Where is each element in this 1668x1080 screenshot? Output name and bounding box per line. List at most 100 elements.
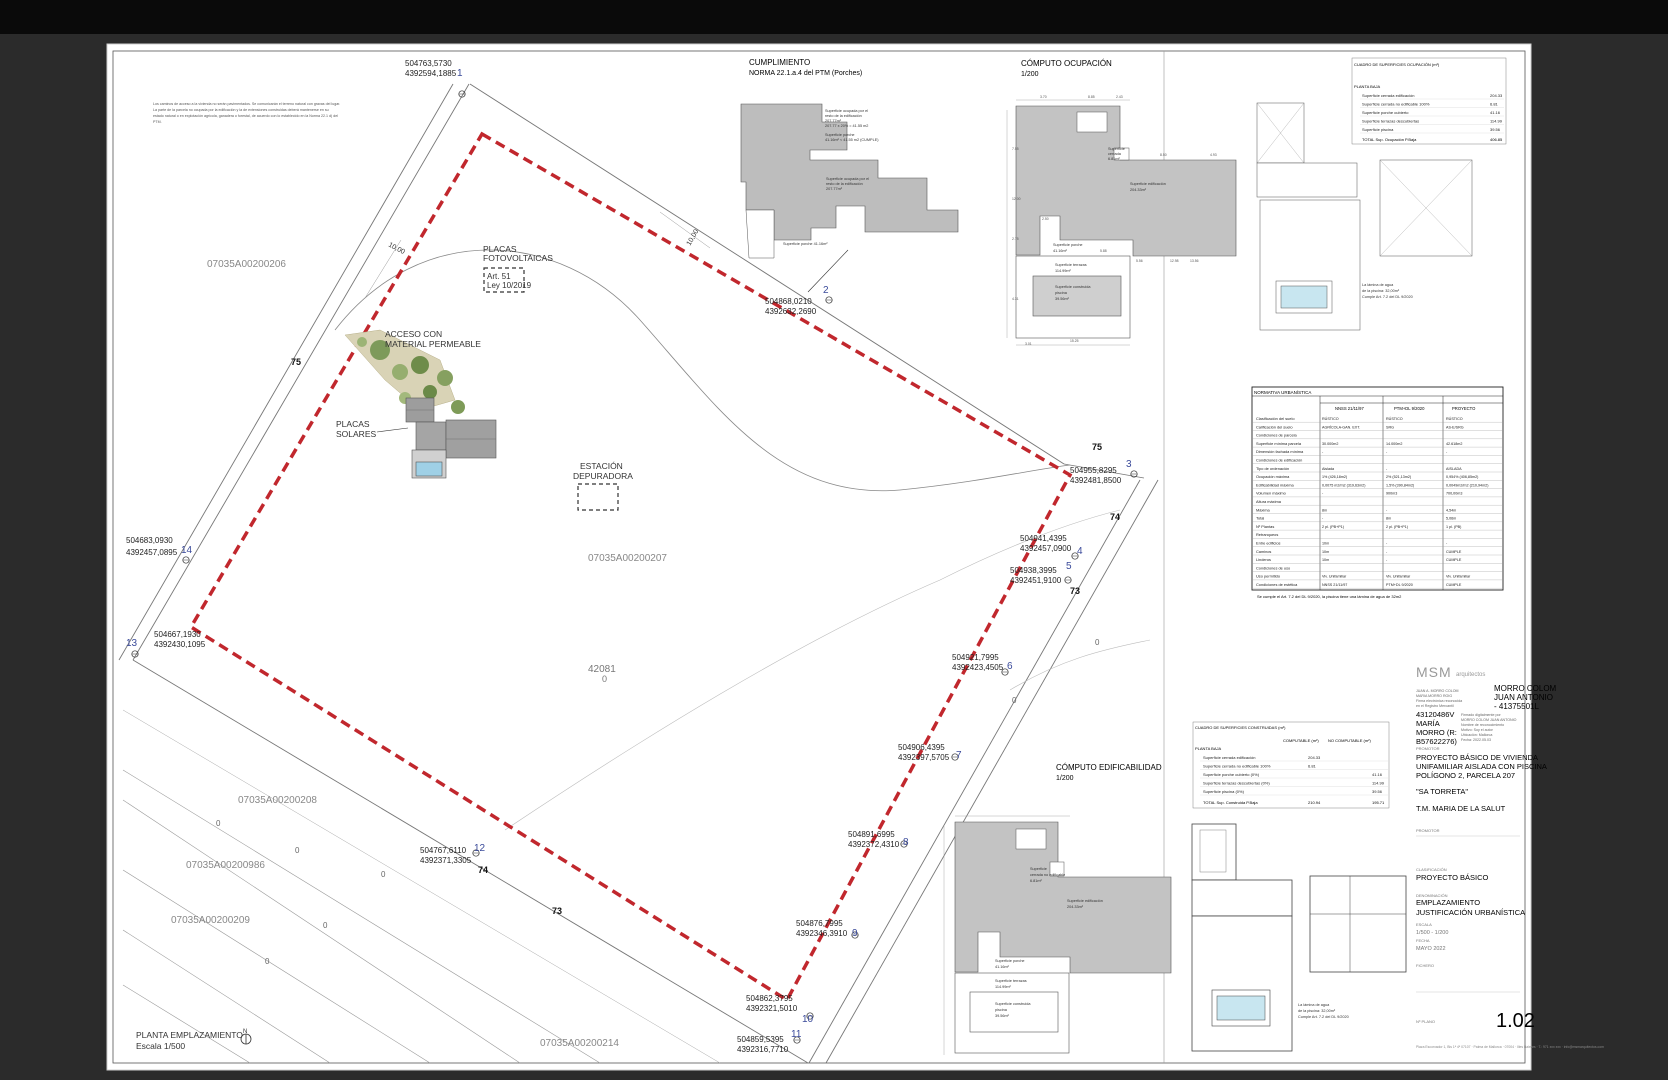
owner-id: MORRO (R:	[1416, 728, 1457, 737]
edificabilidad-pool-note: La lámina de agua	[1298, 1003, 1330, 1007]
contour-label: 73	[1070, 586, 1080, 596]
fecha-label: FECHA	[1416, 938, 1430, 943]
normativa-row-label: Nº Plantas	[1256, 524, 1274, 529]
edificabilidad-pool-note: de la piscina: 32,00m²	[1298, 1009, 1336, 1013]
cumplimiento-note: resto de la edificación	[825, 114, 862, 118]
vertex-number: 1	[457, 68, 463, 79]
clasificacion-value: PROYECTO BÁSICO	[1416, 873, 1489, 882]
ocupacion-pool-note: de la piscina: 32,00m²	[1362, 289, 1400, 293]
normativa-row-proyecto: 700,00m3	[1446, 492, 1462, 496]
dimension-label: 8.50	[1160, 153, 1167, 157]
cuadro-construidas-row-no-computable: 41.16	[1372, 772, 1383, 777]
label-acceso: ACCESO CON	[385, 329, 442, 339]
normativa-row-proyecto: 42.618m2	[1446, 442, 1462, 446]
contour-label: 75	[291, 357, 301, 367]
normativa-row-label: Condiciones de estética	[1256, 582, 1298, 587]
site-note: Los caminos de acceso a la vivienda no s…	[153, 102, 340, 106]
normativa-row-label: Retranqueos	[1256, 532, 1278, 537]
vertex-number: 12	[474, 843, 486, 854]
small-zero: 0	[216, 819, 221, 828]
edificabilidad-label: 6.81m²	[1030, 879, 1043, 883]
normativa-row-label: Calificación del suelo	[1256, 424, 1293, 429]
plano-label: Nº PLANO	[1416, 1019, 1435, 1024]
normativa-row-label: Condiciones de edificación	[1256, 458, 1302, 463]
neighbour-parcel: 07035A00200214	[540, 1038, 619, 1049]
normativa-row-label: Ocupación máxima	[1256, 474, 1290, 479]
cuadro-construidas-header: COMPUTABLE (m²)	[1283, 738, 1319, 743]
cuadro-construidas-total: 210.94	[1308, 800, 1321, 805]
vertex-number: 2	[823, 285, 829, 296]
normativa-row-ptm: PTM+DL 9/2020	[1386, 583, 1413, 587]
label-fotovoltaicas: FOTOVOLTAICAS	[483, 253, 553, 263]
vertex-number: 4	[1077, 546, 1083, 557]
normativa-row-label: Linderos	[1256, 557, 1271, 562]
vertex-northing: 4392457,0900	[1020, 544, 1072, 553]
ocupacion-label: 6.81m²	[1108, 157, 1121, 161]
normativa-row-nnss: NNSS 21/11/97	[1322, 583, 1347, 587]
dimension-label: 7.55	[1012, 147, 1019, 151]
small-zero: 0	[1095, 638, 1100, 647]
vertex-number: 7	[956, 750, 962, 761]
label-solares: PLACAS	[336, 419, 370, 429]
dimension-label: 2.43	[1116, 95, 1123, 99]
normativa-row-nnss: RÚSTICO	[1322, 416, 1339, 421]
contour-label: 73	[552, 906, 562, 916]
denominacion-value: JUSTIFICACIÓN URBANÍSTICA	[1416, 908, 1525, 917]
project-description: UNIFAMILIAR AISLADA CON PISCINA	[1416, 762, 1547, 771]
normativa-row-label: Altura máxima	[1256, 499, 1282, 504]
normativa-row-proyecto: CUMPLE	[1446, 558, 1462, 562]
normativa-row-proyecto: 5,06m	[1446, 517, 1456, 521]
owner-id: MARÍA	[1416, 719, 1440, 728]
normativa-row-label: Condiciones de parcela	[1256, 433, 1297, 438]
cuadro-ocupacion-row-label: Superficie cerrada edificación	[1362, 93, 1414, 98]
normativa-row-ptm: SRG	[1386, 425, 1394, 429]
vertex-easting: 504906,4395	[898, 743, 945, 752]
neighbour-parcel: 07035A00200986	[186, 860, 265, 871]
vertex-northing: 4392457,0895	[126, 548, 178, 557]
normativa-row-proyecto: AISLADA	[1446, 467, 1462, 471]
cuadro-construidas-row-computable: 204.33	[1308, 755, 1321, 760]
owner-name: - 41375501L	[1494, 702, 1539, 711]
dimension-label: 4.31	[1012, 297, 1019, 301]
edificabilidad-label: Superficie construida	[995, 1002, 1031, 1006]
dimension-label: 5.88	[1100, 249, 1107, 253]
normativa-row-proyecto: CUMPLE	[1446, 550, 1462, 554]
dimension-label: 2.50	[1042, 217, 1049, 221]
dimension-label: 2.75	[1012, 237, 1019, 241]
normativa-row-proyecto: 1 pl. (PB)	[1446, 525, 1461, 529]
north-label: N	[243, 1029, 247, 1035]
vertex-northing: 4392371,3305	[420, 856, 472, 865]
normativa-row-nnss: 0,0075 m2/m2 (319,63m2)	[1322, 483, 1365, 487]
vertex-northing: 4392316,7710	[737, 1045, 789, 1054]
normativa-header: PROYECTO	[1452, 406, 1476, 411]
vertex-easting: 504891,6995	[848, 830, 895, 839]
vertex-easting: 504667,1930	[154, 630, 201, 639]
normativa-row-ptm: 8m	[1386, 517, 1391, 521]
ocupacion-label: 204.33m²	[1130, 188, 1147, 192]
dimension-label: 13.56	[1190, 259, 1199, 263]
owner-id: 43120486V	[1416, 710, 1454, 719]
cuadro-ocupacion-row-label: Superficie porche cubierto	[1362, 110, 1409, 115]
normativa-row-ptm: RÚSTICO	[1386, 416, 1403, 421]
small-zero: 0	[323, 921, 328, 930]
normativa-row-nnss: Aislada	[1322, 467, 1335, 471]
edificabilidad-label: 114.99m²	[995, 985, 1011, 989]
normativa-title: NORMATIVA URBANÍSTICA	[1254, 389, 1311, 395]
ocupacion-pool-note: La lámina de agua	[1362, 283, 1394, 287]
denominacion-value: EMPLAZAMIENTO	[1416, 898, 1480, 907]
vertex-easting: 504763,5730	[405, 59, 452, 68]
cuadro-ocupacion-row-value: 39.56	[1490, 127, 1501, 132]
ocupacion-title: CÓMPUTO OCUPACIÓN	[1021, 59, 1112, 68]
cumplimiento-subtitle: NORMA 22.1.a.4 del PTM (Porches)	[749, 70, 862, 77]
edificabilidad-label: cerrada no edificable	[1030, 873, 1065, 877]
label-acceso: MATERIAL PERMEABLE	[385, 339, 481, 349]
vertex-easting: 504683,0930	[126, 536, 173, 545]
vertex-northing: 4392430,1095	[154, 640, 206, 649]
vertex-northing: 4392423,4505	[952, 663, 1004, 672]
label-art51: Ley 10/2019	[487, 281, 532, 290]
cuadro-construidas-title: CUADRO DE SUPERFICIES CONSTRUIDAS (m²)	[1195, 725, 1286, 730]
edificabilidad-label: 204.33m²	[1067, 905, 1084, 909]
signature-fine-print: MORRO COLOM JUAN ANTONIO	[1461, 718, 1517, 722]
normativa-header: NNSS 21/11/97	[1335, 406, 1364, 411]
normativa-row-label: Clasificación del suelo	[1256, 416, 1295, 421]
